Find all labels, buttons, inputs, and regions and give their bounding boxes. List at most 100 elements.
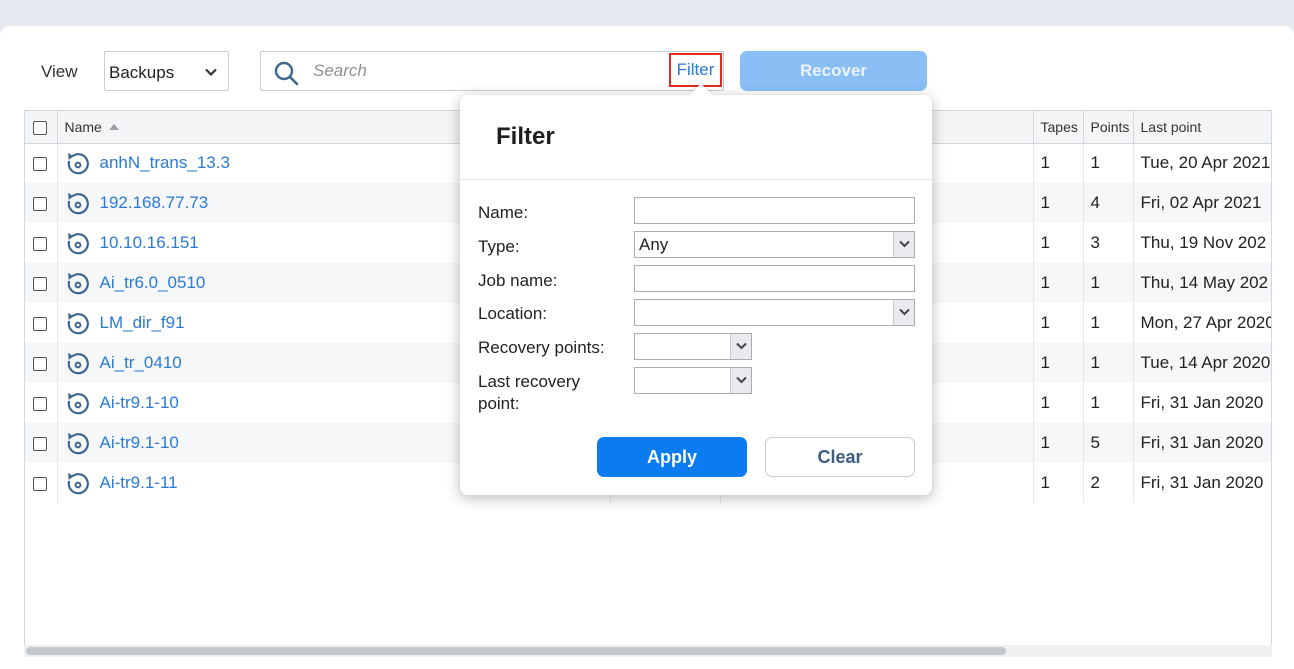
row-points-cell: 3	[1083, 223, 1134, 263]
backup-name-link[interactable]: LM_dir_f91	[100, 313, 185, 333]
row-select-cell	[25, 423, 58, 463]
row-select-cell	[25, 343, 58, 383]
view-label: View	[41, 62, 78, 81]
recovery-icon	[67, 432, 89, 455]
chevron-down-icon	[205, 68, 217, 77]
row-tapes-cell: 1	[1033, 463, 1084, 503]
filter-title: Filter	[496, 123, 555, 150]
row-last-point-cell: Tue, 14 Apr 2020	[1133, 343, 1271, 383]
row-checkbox[interactable]	[33, 156, 47, 171]
filter-type-value: Any	[639, 235, 669, 254]
column-header-points[interactable]: Points	[1083, 111, 1134, 144]
apply-button[interactable]: Apply	[597, 437, 747, 477]
filter-last-recovery-select[interactable]	[634, 367, 752, 394]
row-last-point-cell: Fri, 31 Jan 2020	[1133, 383, 1271, 423]
row-select-cell	[25, 303, 58, 343]
view-select[interactable]: Backups	[104, 51, 229, 91]
clear-button[interactable]: Clear	[765, 437, 915, 477]
row-tapes-cell: 1	[1033, 383, 1084, 423]
filter-location-select[interactable]	[634, 299, 915, 326]
row-tapes-cell: 1	[1033, 303, 1084, 343]
backup-name-link[interactable]: Ai_tr_0410	[100, 353, 182, 373]
row-checkbox[interactable]	[33, 316, 47, 331]
backup-name-link[interactable]: anhN_trans_13.3	[100, 153, 230, 173]
search-input[interactable]	[313, 58, 613, 84]
row-checkbox[interactable]	[33, 196, 47, 211]
backup-name-link[interactable]: Ai-tr9.1-10	[100, 393, 179, 413]
column-header-last-point[interactable]: Last point	[1133, 111, 1271, 144]
row-tapes-cell: 1	[1033, 263, 1084, 303]
row-last-point-cell: Thu, 19 Nov 202	[1133, 223, 1271, 263]
row-tapes-cell: 1	[1033, 343, 1084, 383]
row-tapes-cell: 1	[1033, 143, 1084, 183]
row-checkbox[interactable]	[33, 436, 47, 451]
filter-popup: Filter Name: Type: Any Job name: Locatio…	[460, 83, 932, 495]
row-checkbox[interactable]	[33, 276, 47, 291]
popup-divider	[460, 179, 932, 180]
filter-link[interactable]: Filter	[669, 53, 722, 87]
row-last-point-cell: Mon, 27 Apr 2020	[1133, 303, 1271, 343]
row-tapes-cell: 1	[1033, 223, 1084, 263]
row-checkbox[interactable]	[33, 236, 47, 251]
chevron-down-icon	[899, 308, 910, 316]
row-checkbox[interactable]	[33, 396, 47, 411]
row-last-point-cell: Fri, 31 Jan 2020	[1133, 463, 1271, 503]
search-box[interactable]	[260, 51, 724, 91]
row-points-cell: 1	[1083, 143, 1134, 183]
row-select-cell	[25, 143, 58, 183]
row-last-point-cell: Thu, 14 May 202	[1133, 263, 1271, 303]
row-tapes-cell: 1	[1033, 423, 1084, 463]
backup-name-link[interactable]: Ai_tr6.0_0510	[100, 273, 206, 293]
filter-type-select[interactable]: Any	[634, 231, 915, 258]
row-last-point-cell: Fri, 31 Jan 2020	[1133, 423, 1271, 463]
recovery-icon	[67, 352, 89, 375]
row-checkbox[interactable]	[33, 476, 47, 491]
backup-name-link[interactable]: 10.10.16.151	[100, 233, 199, 253]
filter-job-name-input[interactable]	[634, 265, 915, 292]
sort-ascending-icon	[108, 124, 119, 131]
recovery-icon	[67, 153, 89, 175]
filter-name-label: Name:	[478, 203, 529, 222]
row-points-cell: 5	[1083, 423, 1134, 463]
backup-name-link[interactable]: Ai-tr9.1-10	[100, 433, 179, 453]
filter-location-label: Location:	[478, 304, 547, 323]
filter-type-label: Type:	[478, 237, 520, 256]
select-all-cell	[25, 111, 58, 144]
scrollbar-thumb[interactable]	[26, 647, 1006, 655]
dropdown-button[interactable]	[893, 232, 914, 257]
dropdown-button[interactable]	[730, 334, 751, 359]
chevron-down-icon	[899, 240, 910, 248]
row-select-cell	[25, 183, 58, 223]
filter-last-recovery-label: Last recovery point:	[478, 372, 581, 413]
row-points-cell: 2	[1083, 463, 1134, 503]
chevron-down-icon	[736, 342, 747, 350]
horizontal-scrollbar[interactable]	[24, 645, 1272, 657]
row-points-cell: 1	[1083, 343, 1134, 383]
recover-button[interactable]: Recover	[740, 51, 927, 91]
filter-recovery-points-select[interactable]	[634, 333, 752, 360]
row-points-cell: 1	[1083, 263, 1134, 303]
backup-name-link[interactable]: Ai-tr9.1-11	[100, 473, 178, 493]
recovery-icon	[67, 312, 89, 335]
chevron-down-icon	[736, 376, 747, 384]
row-select-cell	[25, 463, 58, 503]
row-tapes-cell: 1	[1033, 183, 1084, 223]
row-checkbox[interactable]	[33, 356, 47, 371]
row-select-cell	[25, 383, 58, 423]
recovery-icon	[67, 472, 89, 495]
recovery-icon	[67, 232, 89, 255]
recovery-icon	[67, 272, 89, 295]
filter-recovery-points-label: Recovery points:	[478, 338, 605, 357]
row-points-cell: 1	[1083, 383, 1134, 423]
backup-name-link[interactable]: 192.168.77.73	[100, 193, 209, 213]
row-points-cell: 1	[1083, 303, 1134, 343]
filter-name-input[interactable]	[634, 197, 915, 224]
dropdown-button[interactable]	[893, 300, 914, 325]
view-select-value: Backups	[109, 63, 175, 82]
select-all-checkbox[interactable]	[33, 120, 47, 135]
row-last-point-cell: Tue, 20 Apr 2021	[1133, 143, 1271, 183]
dropdown-button[interactable]	[730, 368, 751, 393]
row-select-cell	[25, 263, 58, 303]
search-icon	[274, 61, 299, 86]
column-header-tapes[interactable]: Tapes	[1033, 111, 1084, 144]
